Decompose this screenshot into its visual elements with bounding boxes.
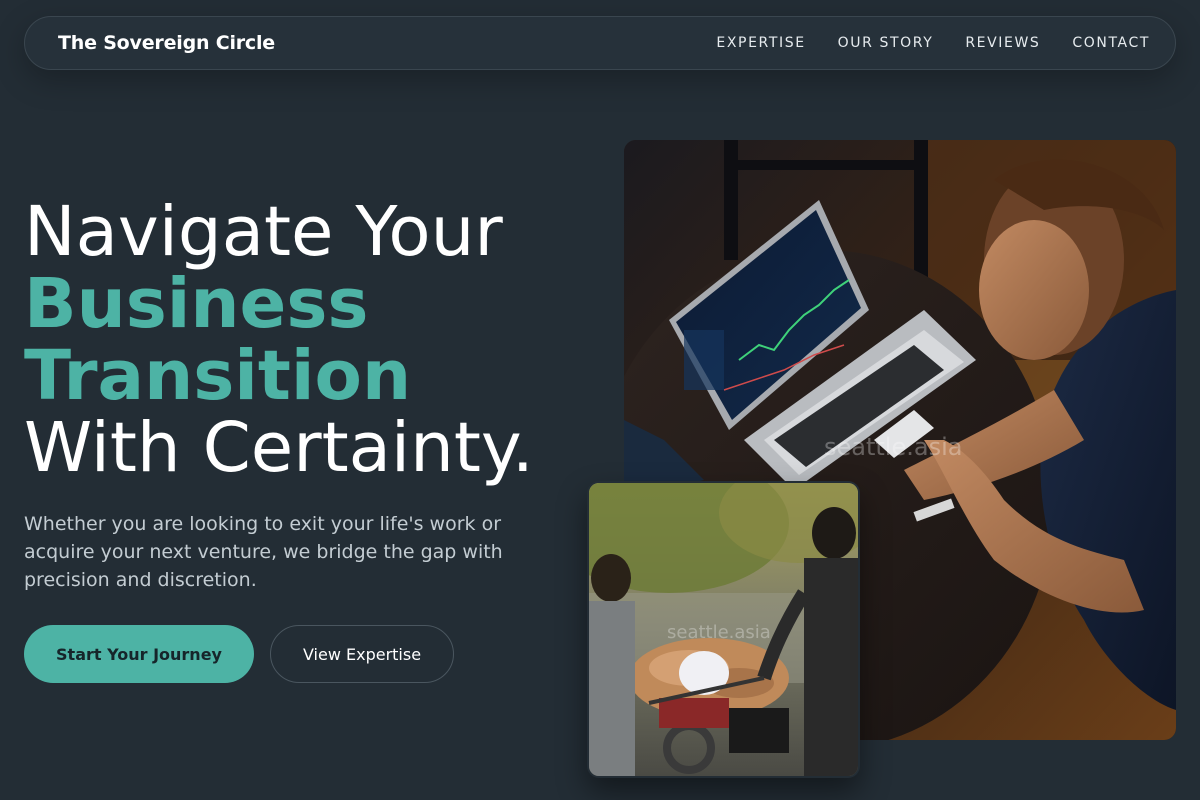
- brand-logo[interactable]: The Sovereign Circle: [58, 32, 275, 54]
- main-photo-watermark: seattle.asia: [824, 433, 962, 461]
- hero-heading-line-2: Business: [24, 264, 369, 344]
- hero-heading-line-1: Navigate Your: [24, 192, 503, 272]
- nav-link-our-story[interactable]: OUR STORY: [838, 35, 934, 51]
- view-expertise-button[interactable]: View Expertise: [270, 625, 454, 683]
- hero-subtitle: Whether you are looking to exit your lif…: [24, 513, 503, 591]
- top-navbar: The Sovereign Circle EXPERTISE OUR STORY…: [24, 16, 1176, 70]
- nav-link-reviews[interactable]: REVIEWS: [965, 35, 1040, 51]
- nav-links: EXPERTISE OUR STORY REVIEWS CONTACT: [716, 35, 1150, 51]
- nav-link-expertise[interactable]: EXPERTISE: [716, 35, 805, 51]
- nav-link-contact[interactable]: CONTACT: [1072, 35, 1150, 51]
- hero-photo-street: seattle.asia: [587, 481, 860, 778]
- hero-heading-line-3: Transition: [24, 336, 412, 416]
- hero-heading-line-4: With Certainty.: [24, 408, 534, 488]
- start-journey-button[interactable]: Start Your Journey: [24, 625, 254, 683]
- small-photo-watermark: seattle.asia: [667, 622, 771, 643]
- hero-heading: Navigate Your Business Transition With C…: [24, 196, 604, 484]
